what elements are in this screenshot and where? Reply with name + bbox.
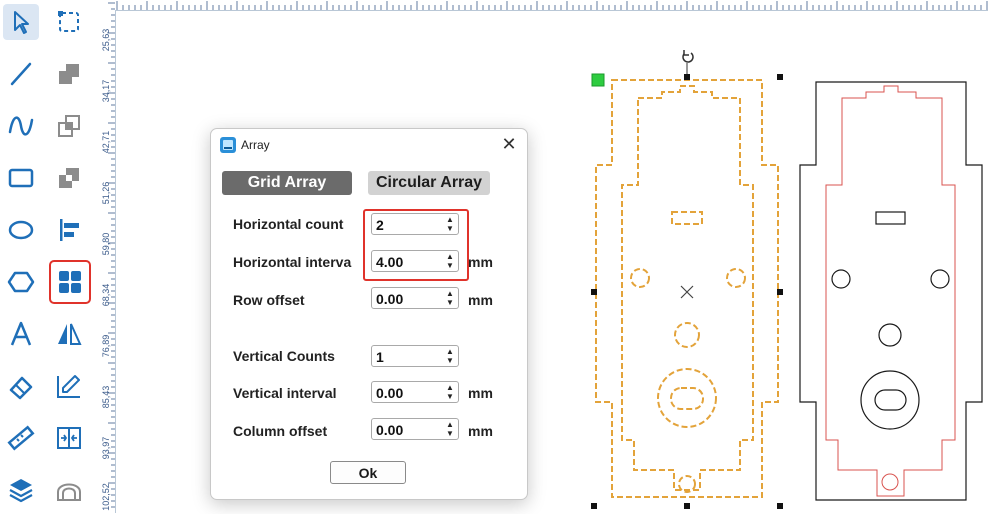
eraser-icon — [9, 376, 33, 400]
ruler-label: 102,52 — [101, 483, 111, 511]
spinner-arrows[interactable]: ▲ ▼ — [445, 347, 455, 365]
rotate-icon — [682, 50, 694, 63]
horizontal-interval-value: 4.00 — [376, 254, 404, 270]
layers-tool[interactable] — [3, 472, 39, 508]
ruler-label: 42,71 — [101, 130, 111, 154]
close-button[interactable]: ✕ — [499, 135, 519, 155]
column-offset-input[interactable]: 0.00 ▲ ▼ — [371, 418, 459, 440]
eraser-tool[interactable] — [3, 368, 39, 404]
vertical-counts-value: 1 — [376, 349, 384, 365]
ruler-label: 93,97 — [101, 436, 111, 460]
select-tool[interactable] — [3, 4, 39, 40]
mirror-icon — [58, 323, 82, 345]
ruler-label: 59,80 — [101, 232, 111, 256]
offset-path-icon — [57, 483, 81, 501]
vertical-ruler: 25,63 34,17 42,71 51,26 59,80 68,34 76,8… — [96, 0, 116, 513]
spinner-arrows[interactable]: ▲ ▼ — [445, 420, 455, 438]
vertical-counts-input[interactable]: 1 ▲ ▼ — [371, 345, 459, 367]
measure-tool[interactable] — [3, 420, 39, 456]
array-copy-inner — [825, 85, 956, 497]
polygon-tool[interactable] — [3, 264, 39, 300]
weld-tool[interactable] — [51, 56, 87, 92]
close-icon: ✕ — [501, 134, 517, 154]
ellipse-icon — [8, 220, 34, 240]
horizontal-count-value: 2 — [376, 217, 384, 233]
ruler-label: 25,63 — [101, 28, 111, 52]
dialog-title: Array — [241, 138, 270, 152]
horizontal-ruler-ticks — [116, 1, 988, 10]
spinner-arrows[interactable]: ▲ ▼ — [445, 289, 455, 307]
horizontal-ruler — [115, 0, 988, 11]
ruler-label: 85,43 — [101, 385, 111, 409]
distribute-icon — [57, 427, 81, 449]
app-logo-icon — [220, 137, 236, 153]
align-left-icon — [60, 219, 79, 241]
offset-tool[interactable] — [51, 472, 87, 508]
rectangle-icon — [8, 168, 34, 188]
node-edit-tool[interactable] — [51, 4, 87, 40]
cursor-arrow-icon — [14, 11, 29, 34]
horizontal-interval-input[interactable]: 4.00 ▲ ▼ — [371, 250, 459, 272]
curve-icon — [8, 116, 34, 136]
node-edit-icon — [58, 11, 79, 32]
text-tool[interactable] — [3, 316, 39, 352]
unit-label: mm — [468, 292, 493, 308]
hexagon-icon — [7, 271, 35, 293]
spinner-arrows[interactable]: ▲ ▼ — [445, 215, 455, 233]
tab-grid-array[interactable]: Grid Array — [222, 171, 352, 195]
intersect-tool[interactable] — [51, 108, 87, 144]
text-a-icon — [10, 321, 32, 346]
array-dialog: Array ✕ Grid Array Circular Array Horizo… — [210, 128, 528, 500]
row-offset-value: 0.00 — [376, 291, 404, 307]
unit-label: mm — [468, 423, 493, 439]
unit-label: mm — [468, 254, 493, 270]
anchor-handle — [591, 73, 605, 87]
column-offset-value: 0.00 — [376, 422, 404, 438]
mirror-tool[interactable] — [51, 316, 87, 352]
grid-array-icon — [59, 271, 81, 293]
column-offset-label: Column offset — [233, 423, 328, 439]
weld-icon — [59, 64, 79, 84]
pencil-chart-icon — [57, 375, 80, 398]
horizontal-interval-label: Horizontal interva — [233, 254, 352, 270]
rectangle-tool[interactable] — [3, 160, 39, 196]
subtract-icon — [59, 168, 79, 188]
unit-label: mm — [468, 385, 493, 401]
ellipse-tool[interactable] — [3, 212, 39, 248]
ruler-label: 76,89 — [101, 334, 111, 358]
distribute-tool[interactable] — [51, 420, 87, 456]
selected-part — [595, 79, 779, 498]
vertical-interval-value: 0.00 — [376, 385, 404, 401]
center-marker — [680, 285, 694, 299]
tab-circular-array[interactable]: Circular Array — [368, 171, 490, 195]
ruler-label: 68,34 — [101, 283, 111, 307]
layers-icon — [9, 479, 33, 503]
vertical-interval-input[interactable]: 0.00 ▲ ▼ — [371, 381, 459, 403]
intersect-icon — [58, 115, 80, 137]
line-icon — [10, 62, 32, 86]
ruler-icon — [7, 425, 35, 451]
row-offset-input[interactable]: 0.00 ▲ ▼ — [371, 287, 459, 309]
align-tool[interactable] — [51, 212, 87, 248]
vertical-counts-label: Vertical Counts — [233, 348, 335, 364]
ruler-label: 51,26 — [101, 181, 111, 205]
edit-tool[interactable] — [51, 368, 87, 404]
row-offset-label: Row offset — [233, 292, 305, 308]
dialog-titlebar[interactable]: Array ✕ — [211, 129, 527, 161]
horizontal-count-label: Horizontal count — [233, 216, 344, 232]
horizontal-count-input[interactable]: 2 ▲ ▼ — [371, 213, 459, 235]
spinner-arrows[interactable]: ▲ ▼ — [445, 252, 455, 270]
curve-tool[interactable] — [3, 108, 39, 144]
subtract-tool[interactable] — [51, 160, 87, 196]
array-tool[interactable] — [49, 260, 91, 304]
line-tool[interactable] — [3, 56, 39, 92]
toolbar — [0, 0, 96, 513]
ok-button[interactable]: Ok — [330, 461, 406, 484]
spinner-arrows[interactable]: ▲ ▼ — [445, 383, 455, 401]
ruler-label: 34,17 — [101, 79, 111, 103]
vertical-interval-label: Vertical interval — [233, 385, 337, 401]
